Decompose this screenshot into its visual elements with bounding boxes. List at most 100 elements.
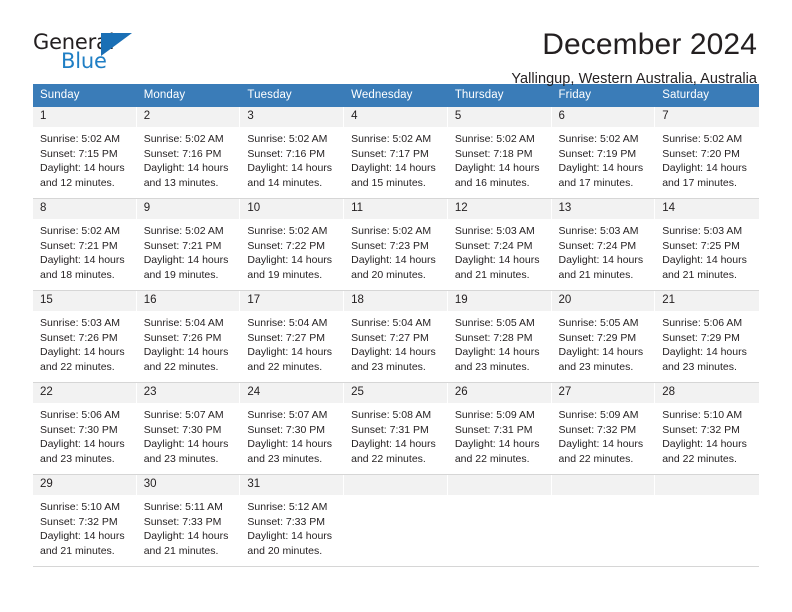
day-cell[interactable]: 3 Sunrise: 5:02 AM Sunset: 7:16 PM Daylight… [240, 107, 345, 199]
day-cell[interactable]: 2 Sunrise: 5:02 AM Sunset: 7:16 PM Daylight… [136, 107, 241, 199]
daylight-text-line2: and 19 minutes. [143, 268, 219, 281]
daylight-text-line1: Daylight: 14 hours [454, 438, 540, 451]
sunrise-text: Sunrise: 5:03 AM [662, 225, 743, 237]
day-number: 23 [136, 383, 240, 403]
daylight-text-line2: and 13 minutes. [143, 176, 219, 189]
day-details: Sunrise: 5:02 AM Sunset: 7:23 PM Daylight:… [344, 219, 447, 282]
day-cell[interactable]: 7 Sunrise: 5:02 AM Sunset: 7:20 PM Daylight… [655, 107, 759, 199]
day-details: Sunrise: 5:06 AM Sunset: 7:29 PM Daylight:… [655, 311, 759, 374]
daylight-text-line1: Daylight: 14 hours [143, 346, 229, 359]
day-details: Sunrise: 5:03 AM Sunset: 7:26 PM Daylight:… [33, 311, 136, 374]
day-details: Sunrise: 5:04 AM Sunset: 7:26 PM Daylight:… [137, 311, 240, 374]
sunset-text: Sunset: 7:20 PM [662, 147, 740, 160]
day-details: Sunrise: 5:03 AM Sunset: 7:24 PM Daylight:… [552, 219, 655, 282]
title-block: December 2024 Yallingup, Western Austral… [511, 28, 757, 89]
day-cell[interactable]: 25 Sunrise: 5:08 AM Sunset: 7:31 PM Dayligh… [344, 382, 448, 475]
day-cell[interactable]: 10 Sunrise: 5:02 AM Sunset: 7:22 PM Dayligh… [240, 198, 345, 291]
day-details: Sunrise: 5:05 AM Sunset: 7:29 PM Daylight:… [552, 311, 655, 374]
day-cell[interactable]: 9 Sunrise: 5:02 AM Sunset: 7:21 PM Daylight… [136, 198, 241, 291]
daylight-text-line1: Daylight: 14 hours [143, 438, 229, 451]
daylight-text-line2: and 23 minutes. [351, 360, 426, 373]
day-cell[interactable]: 13 Sunrise: 5:03 AM Sunset: 7:24 PM Dayligh… [551, 198, 656, 291]
sunrise-text: Sunrise: 5:07 AM [143, 409, 224, 421]
sunrise-text: Sunrise: 5:02 AM [143, 133, 224, 145]
day-cell[interactable]: 21 Sunrise: 5:06 AM Sunset: 7:29 PM Dayligh… [655, 290, 759, 383]
sunrise-text: Sunrise: 5:10 AM [40, 501, 120, 513]
day-cell[interactable]: 14 Sunrise: 5:03 AM Sunset: 7:25 PM Dayligh… [655, 198, 759, 291]
day-cell[interactable]: 23 Sunrise: 5:07 AM Sunset: 7:30 PM Dayligh… [136, 382, 241, 475]
day-cell[interactable]: 5 Sunrise: 5:02 AM Sunset: 7:18 PM Daylight… [447, 107, 552, 199]
day-number: 15 [33, 291, 136, 311]
day-cell[interactable]: 17 Sunrise: 5:04 AM Sunset: 7:27 PM Dayligh… [240, 290, 345, 383]
day-cell[interactable]: 18 Sunrise: 5:04 AM Sunset: 7:27 PM Dayligh… [344, 290, 448, 383]
daylight-text-line2: and 23 minutes. [40, 452, 115, 465]
sunset-text: Sunset: 7:28 PM [454, 331, 533, 344]
daylight-text-line2: and 20 minutes. [247, 544, 323, 557]
day-number: 16 [136, 291, 240, 311]
day-cell[interactable]: 20 Sunrise: 5:05 AM Sunset: 7:29 PM Dayligh… [551, 290, 656, 383]
daylight-text-line1: Daylight: 14 hours [662, 346, 747, 359]
day-number: 30 [136, 475, 240, 495]
day-cell[interactable]: 24 Sunrise: 5:07 AM Sunset: 7:30 PM Dayligh… [240, 382, 345, 475]
day-details: Sunrise: 5:02 AM Sunset: 7:16 PM Daylight:… [240, 127, 343, 190]
sunrise-text: Sunrise: 5:02 AM [662, 133, 743, 145]
day-cell[interactable]: 11 Sunrise: 5:02 AM Sunset: 7:23 PM Dayligh… [344, 198, 448, 291]
day-cell[interactable]: 30 Sunrise: 5:11 AM Sunset: 7:33 PM Dayligh… [136, 474, 241, 567]
sunrise-text: Sunrise: 5:05 AM [454, 317, 535, 329]
day-cell[interactable]: 31 Sunrise: 5:12 AM Sunset: 7:33 PM Dayligh… [240, 474, 345, 567]
day-cell[interactable]: 19 Sunrise: 5:05 AM Sunset: 7:28 PM Dayligh… [447, 290, 552, 383]
day-number: 11 [344, 199, 447, 219]
daylight-text-line2: and 20 minutes. [351, 268, 426, 281]
sunset-text: Sunset: 7:31 PM [454, 423, 533, 436]
day-cell[interactable]: 27 Sunrise: 5:09 AM Sunset: 7:32 PM Dayligh… [551, 382, 656, 475]
daylight-text-line2: and 21 minutes. [558, 268, 634, 281]
day-details: Sunrise: 5:02 AM Sunset: 7:18 PM Daylight:… [448, 127, 551, 190]
day-details: Sunrise: 5:07 AM Sunset: 7:30 PM Daylight:… [137, 403, 240, 466]
sunrise-sunset-calendar: Sunday Monday Tuesday Wednesday Thursday… [33, 84, 759, 567]
day-number: 14 [655, 199, 759, 219]
sunset-text: Sunset: 7:31 PM [351, 423, 429, 436]
page-header: General Blue December 2024 Yallingup, We… [0, 0, 792, 87]
day-cell[interactable]: 16 Sunrise: 5:04 AM Sunset: 7:26 PM Dayligh… [136, 290, 241, 383]
day-details: Sunrise: 5:07 AM Sunset: 7:30 PM Daylight:… [240, 403, 343, 466]
daylight-text-line1: Daylight: 14 hours [454, 162, 540, 175]
day-cell[interactable]: 12 Sunrise: 5:03 AM Sunset: 7:24 PM Dayligh… [447, 198, 552, 291]
daylight-text-line1: Daylight: 14 hours [351, 438, 436, 451]
day-cell[interactable]: 15 Sunrise: 5:03 AM Sunset: 7:26 PM Dayligh… [33, 290, 137, 383]
calendar-week-row: 22 Sunrise: 5:06 AM Sunset: 7:30 PM Dayligh… [33, 382, 759, 475]
daylight-text-line1: Daylight: 14 hours [558, 346, 644, 359]
day-details: Sunrise: 5:03 AM Sunset: 7:24 PM Daylight:… [448, 219, 551, 282]
day-cell[interactable]: 22 Sunrise: 5:06 AM Sunset: 7:30 PM Dayligh… [33, 382, 137, 475]
sunrise-text: Sunrise: 5:07 AM [247, 409, 328, 421]
day-cell[interactable]: 1 Sunrise: 5:02 AM Sunset: 7:15 PM Daylight… [33, 107, 137, 199]
day-details: Sunrise: 5:02 AM Sunset: 7:15 PM Daylight:… [33, 127, 136, 190]
day-cell[interactable]: 29 Sunrise: 5:10 AM Sunset: 7:32 PM Dayligh… [33, 474, 137, 567]
day-cell[interactable]: 26 Sunrise: 5:09 AM Sunset: 7:31 PM Dayligh… [447, 382, 552, 475]
sunset-text: Sunset: 7:27 PM [247, 331, 326, 344]
day-details: Sunrise: 5:09 AM Sunset: 7:32 PM Daylight:… [552, 403, 655, 466]
daylight-text-line2: and 17 minutes. [662, 176, 737, 189]
day-number: 21 [655, 291, 759, 311]
daylight-text-line1: Daylight: 14 hours [662, 254, 747, 267]
daylight-text-line1: Daylight: 14 hours [558, 162, 644, 175]
weekday-header-tuesday: Tuesday [240, 84, 345, 107]
daylight-text-line2: and 22 minutes. [40, 360, 115, 373]
sunrise-text: Sunrise: 5:03 AM [454, 225, 535, 237]
day-details: Sunrise: 5:12 AM Sunset: 7:33 PM Daylight:… [240, 495, 343, 558]
daylight-text-line2: and 19 minutes. [247, 268, 323, 281]
daylight-text-line1: Daylight: 14 hours [558, 438, 644, 451]
day-number [655, 475, 759, 495]
sunset-text: Sunset: 7:26 PM [40, 331, 118, 344]
daylight-text-line2: and 22 minutes. [662, 452, 737, 465]
day-cell[interactable]: 4 Sunrise: 5:02 AM Sunset: 7:17 PM Daylight… [344, 107, 448, 199]
day-cell[interactable]: 8 Sunrise: 5:02 AM Sunset: 7:21 PM Daylight… [33, 198, 137, 291]
daylight-text-line2: and 14 minutes. [247, 176, 323, 189]
sunrise-text: Sunrise: 5:02 AM [247, 133, 328, 145]
day-number: 20 [551, 291, 655, 311]
day-cell[interactable]: 6 Sunrise: 5:02 AM Sunset: 7:19 PM Daylight… [551, 107, 656, 199]
day-cell[interactable]: 28 Sunrise: 5:10 AM Sunset: 7:32 PM Dayligh… [655, 382, 759, 475]
sunset-text: Sunset: 7:30 PM [247, 423, 326, 436]
day-details: Sunrise: 5:04 AM Sunset: 7:27 PM Daylight:… [344, 311, 447, 374]
daylight-text-line2: and 17 minutes. [558, 176, 634, 189]
general-blue-logo[interactable]: General Blue [33, 28, 183, 76]
